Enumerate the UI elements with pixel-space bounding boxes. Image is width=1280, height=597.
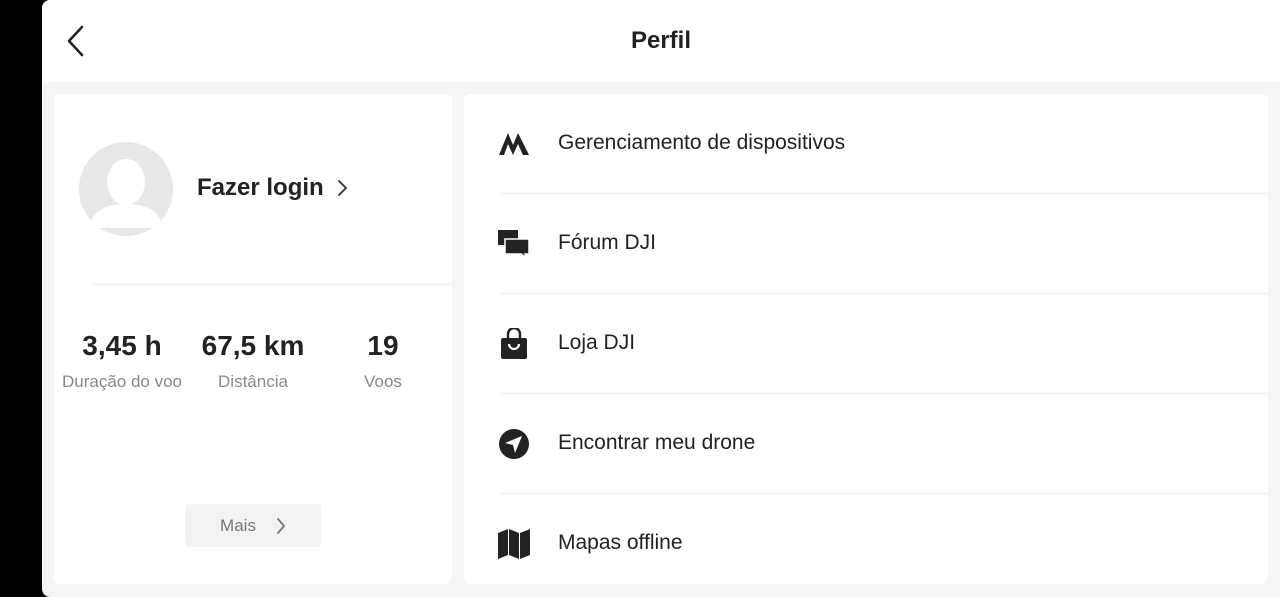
menu-item-label: Mapas offline (558, 531, 683, 554)
forum-icon (498, 228, 530, 260)
page-title: Perfil (630, 27, 692, 54)
stat-flights: 19 Voos (318, 330, 448, 392)
menu-item-find-drone[interactable]: Encontrar meu drone (464, 394, 1268, 494)
menu-item-label: Loja DJI (558, 331, 636, 354)
menu-item-offline-maps[interactable]: Mapas offline (464, 494, 1268, 594)
stat-label: Duração do voo (61, 372, 183, 391)
chevron-right-icon (336, 178, 348, 198)
avatar[interactable] (79, 142, 173, 236)
header: Perfil (42, 0, 1280, 82)
profile-card: Fazer login 3,45 h Duração do voo 67,5 k… (54, 94, 452, 584)
login-link[interactable]: Fazer login (197, 174, 348, 202)
stat-flight-duration: 3,45 h Duração do voo (57, 330, 187, 392)
stat-value: 19 (367, 330, 399, 361)
more-button[interactable]: Mais (185, 504, 321, 547)
stat-label: Distância (218, 372, 288, 391)
profile-screen: Perfil Fazer login 3,45 h Duração do voo… (42, 0, 1280, 597)
login-label: Fazer login (197, 174, 324, 201)
stat-distance: 67,5 km Distância (188, 330, 318, 392)
find-drone-icon (498, 428, 530, 460)
device-management-icon (498, 128, 530, 160)
stat-label: Voos (364, 372, 402, 391)
more-label: Mais (220, 515, 256, 535)
stat-value: 67,5 km (201, 330, 305, 361)
menu-card: Gerenciamento de dispositivos Fórum DJI (464, 94, 1268, 584)
menu-item-label: Fórum DJI (558, 231, 657, 254)
menu-item-store[interactable]: Loja DJI (464, 294, 1268, 394)
chevron-right-icon (276, 517, 286, 535)
stat-value: 3,45 h (82, 330, 162, 361)
menu-item-forum[interactable]: Fórum DJI (464, 194, 1268, 294)
divider (92, 284, 452, 285)
shopping-bag-icon (498, 328, 530, 360)
menu-item-device-management[interactable]: Gerenciamento de dispositivos (464, 94, 1268, 194)
menu-item-label: Encontrar meu drone (558, 431, 756, 454)
menu-item-label: Gerenciamento de dispositivos (558, 131, 846, 154)
map-icon (498, 528, 530, 560)
user-placeholder-icon (79, 142, 173, 236)
